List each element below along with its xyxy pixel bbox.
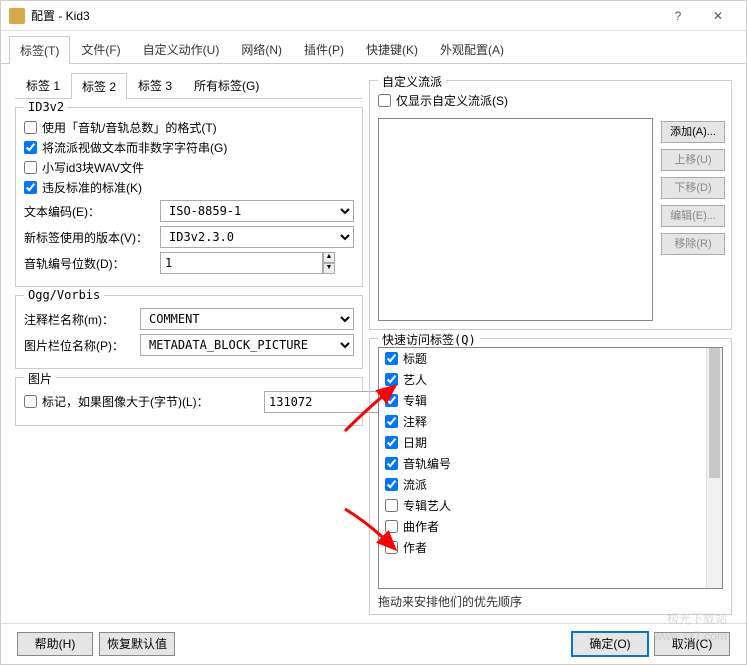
quick-access-label: 曲作者: [403, 518, 439, 535]
spinner-buttons[interactable]: ▲▼: [323, 252, 335, 274]
ogg-group: Ogg/Vorbis 注释栏名称(m)： COMMENT 图片栏位名称(P)： …: [15, 295, 363, 369]
picture-group-title: 图片: [24, 370, 56, 387]
lowercase-id3-checkbox[interactable]: 小写id3块WAV文件: [24, 159, 354, 176]
quick-access-label: 流派: [403, 476, 427, 493]
main-tabs: 标签(T)文件(F)自定义动作(U)网络(N)插件(P)快捷键(K)外观配置(A…: [1, 31, 746, 64]
quick-access-checkbox[interactable]: [385, 373, 398, 386]
move-up-button[interactable]: 上移(U): [661, 149, 725, 171]
quick-access-checkbox[interactable]: [385, 394, 398, 407]
quick-access-label: 音轨编号: [403, 455, 451, 472]
quick-access-checkbox[interactable]: [385, 415, 398, 428]
quick-access-label: 作者: [403, 539, 427, 556]
id3v2-group-title: ID3v2: [24, 100, 68, 114]
app-icon: [9, 8, 25, 24]
quick-access-group: 快速访问标签(Q) 标题艺人专辑注释日期音轨编号流派专辑艺人曲作者作者 拖动来安…: [369, 338, 732, 615]
scrollbar[interactable]: [706, 348, 722, 588]
text-encoding-label: 文本编码(E)：: [24, 203, 154, 220]
comment-label: 注释栏名称(m)：: [24, 311, 134, 328]
main-tab[interactable]: 外观配置(A): [429, 35, 515, 63]
use-track-format-checkbox[interactable]: 使用「音轨/音轨总数」的格式(T): [24, 119, 354, 136]
main-tab[interactable]: 快捷键(K): [355, 35, 429, 63]
edit-button[interactable]: 编辑(E)...: [661, 205, 725, 227]
main-tab[interactable]: 网络(N): [230, 35, 293, 63]
quick-access-label: 注释: [403, 413, 427, 430]
version-label: 新标签使用的版本(V)：: [24, 229, 154, 246]
genre-as-text-checkbox[interactable]: 将流派视做文本而非数字字符串(G): [24, 139, 354, 156]
sub-tab[interactable]: 所有标签(G): [183, 72, 270, 98]
comment-select[interactable]: COMMENT: [140, 308, 354, 330]
add-button[interactable]: 添加(A)...: [661, 121, 725, 143]
move-down-button[interactable]: 下移(D): [661, 177, 725, 199]
picture-label: 图片栏位名称(P)：: [24, 337, 134, 354]
quick-access-item[interactable]: 曲作者: [379, 516, 722, 537]
picture-group: 图片 标记，如果图像大于(字节)(L)： ▲▼: [15, 377, 363, 426]
button-bar: 帮助(H) 恢复默认值 确定(O) 取消(C): [1, 623, 746, 664]
quick-access-label: 专辑: [403, 392, 427, 409]
mark-large-checkbox[interactable]: 标记，如果图像大于(字节)(L)：: [24, 393, 258, 410]
track-digits-label: 音轨编号位数(D)：: [24, 255, 154, 272]
quick-access-checkbox[interactable]: [385, 352, 398, 365]
help-button[interactable]: 帮助(H): [17, 632, 93, 656]
text-encoding-select[interactable]: ISO-8859-1: [160, 200, 354, 222]
quick-access-item[interactable]: 音轨编号: [379, 453, 722, 474]
window-title: 配置 - Kid3: [31, 7, 658, 24]
quick-access-item[interactable]: 日期: [379, 432, 722, 453]
quick-access-checkbox[interactable]: [385, 436, 398, 449]
version-select[interactable]: ID3v2.3.0: [160, 226, 354, 248]
quick-access-label: 专辑艺人: [403, 497, 451, 514]
quick-access-item[interactable]: 标题: [379, 348, 722, 369]
sub-tab[interactable]: 标签 3: [127, 72, 183, 98]
cancel-button[interactable]: 取消(C): [654, 632, 730, 656]
quick-access-label: 标题: [403, 350, 427, 367]
quick-access-item[interactable]: 专辑: [379, 390, 722, 411]
quick-access-title: 快速访问标签(Q): [378, 331, 480, 348]
sub-tabs: 标签 1标签 2标签 3所有标签(G): [15, 72, 363, 99]
main-tab[interactable]: 标签(T): [9, 36, 70, 64]
ogg-group-title: Ogg/Vorbis: [24, 288, 104, 302]
main-tab[interactable]: 文件(F): [70, 35, 131, 63]
quick-access-label: 艺人: [403, 371, 427, 388]
quick-access-checkbox[interactable]: [385, 457, 398, 470]
quick-access-item[interactable]: 艺人: [379, 369, 722, 390]
genre-list[interactable]: [378, 118, 653, 321]
picture-select[interactable]: METADATA_BLOCK_PICTURE: [140, 334, 354, 356]
track-digits-input[interactable]: [160, 252, 323, 274]
quick-access-item[interactable]: 注释: [379, 411, 722, 432]
custom-genres-title: 自定义流派: [378, 73, 446, 90]
main-tab[interactable]: 插件(P): [293, 35, 355, 63]
quick-access-list[interactable]: 标题艺人专辑注释日期音轨编号流派专辑艺人曲作者作者: [378, 347, 723, 589]
sub-tab[interactable]: 标签 2: [71, 73, 127, 99]
mark-nonstd-checkbox[interactable]: 违反标准的标准(K): [24, 179, 354, 196]
restore-defaults-button[interactable]: 恢复默认值: [99, 632, 175, 656]
show-only-custom-checkbox[interactable]: 仅显示自定义流派(S): [378, 92, 723, 109]
id3v2-group: ID3v2 使用「音轨/音轨总数」的格式(T) 将流派视做文本而非数字字符串(G…: [15, 107, 363, 287]
sub-tab[interactable]: 标签 1: [15, 72, 71, 98]
quick-access-checkbox[interactable]: [385, 520, 398, 533]
close-button[interactable]: ✕: [698, 2, 738, 30]
quick-access-item[interactable]: 作者: [379, 537, 722, 558]
quick-access-checkbox[interactable]: [385, 499, 398, 512]
quick-access-item[interactable]: 专辑艺人: [379, 495, 722, 516]
quick-access-label: 日期: [403, 434, 427, 451]
help-titlebar-button[interactable]: ?: [658, 2, 698, 30]
quick-access-checkbox[interactable]: [385, 541, 398, 554]
remove-button[interactable]: 移除(R): [661, 233, 725, 255]
quick-access-item[interactable]: 流派: [379, 474, 722, 495]
main-tab[interactable]: 自定义动作(U): [132, 35, 231, 63]
ok-button[interactable]: 确定(O): [572, 632, 648, 656]
quick-access-hint: 拖动来安排他们的优先顺序: [378, 593, 723, 610]
quick-access-checkbox[interactable]: [385, 478, 398, 491]
custom-genres-group: 自定义流派 仅显示自定义流派(S) 添加(A)... 上移(U) 下移(D) 编…: [369, 80, 732, 330]
titlebar: 配置 - Kid3 ? ✕: [1, 1, 746, 31]
